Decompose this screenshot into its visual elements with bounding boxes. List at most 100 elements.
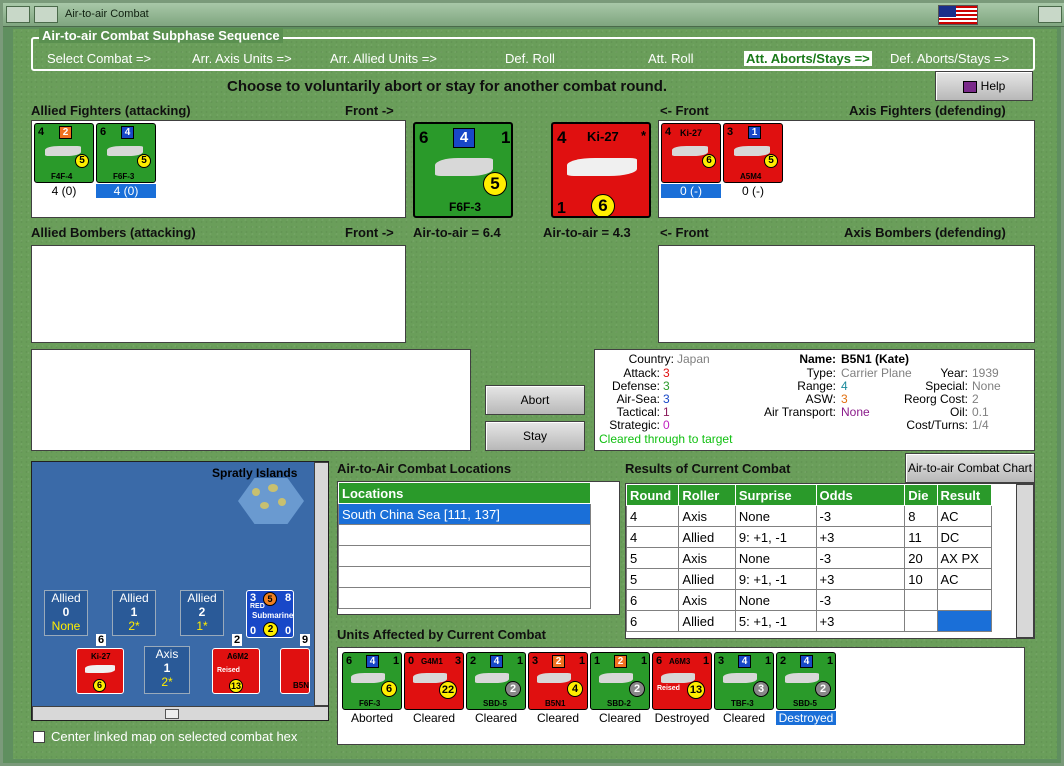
map-unit-ki27[interactable]: Ki-27 6 bbox=[76, 648, 124, 694]
plane-icon bbox=[475, 673, 509, 683]
affected-unit-counter[interactable]: 0 G4M1 3 22 bbox=[404, 652, 464, 710]
map-unit-a6m2[interactable]: A6M2 Reised 13 bbox=[212, 648, 260, 694]
results-cell: None bbox=[734, 547, 817, 569]
unit-name: F6F-3 bbox=[449, 200, 482, 214]
affected-unit-counter[interactable]: 6 4 1 6 F6F-3 bbox=[342, 652, 402, 710]
axis-bombers-front: <- Front bbox=[660, 225, 709, 240]
allied-air-to-air: Air-to-air = 6.4 bbox=[413, 225, 501, 240]
defense-box: 4 bbox=[738, 655, 751, 668]
stay-button[interactable]: Stay bbox=[485, 421, 585, 451]
location-row[interactable] bbox=[338, 524, 591, 546]
results-cell: -3 bbox=[815, 547, 906, 569]
location-row[interactable] bbox=[338, 566, 591, 588]
location-row[interactable]: South China Sea [111, 137] bbox=[338, 503, 591, 525]
map-unit-b5n[interactable]: B5N bbox=[280, 648, 310, 694]
results-cell bbox=[936, 589, 992, 611]
unit-caption: 0 (-) bbox=[742, 184, 764, 198]
unit-counter[interactable]: 3 1 5 A5M4 bbox=[723, 123, 783, 183]
range-circle: 5 bbox=[483, 172, 507, 196]
center-map-checkbox[interactable] bbox=[33, 731, 45, 743]
unit-status: Cleared bbox=[474, 711, 518, 725]
range-circle: 6 bbox=[381, 681, 397, 697]
close-button[interactable] bbox=[1038, 6, 1062, 23]
map-hscrollbar[interactable] bbox=[32, 706, 328, 720]
results-cell bbox=[904, 589, 938, 611]
unit-counter[interactable]: 6 4 5 F6F-3 bbox=[96, 123, 156, 183]
affected-unit-counter[interactable]: 3 4 1 3 TBF-3 bbox=[714, 652, 774, 710]
allied-bombers-front: Front -> bbox=[345, 225, 394, 240]
plane-icon bbox=[351, 673, 385, 683]
affected-unit-counter[interactable]: 2 4 1 2 SBD-5 bbox=[466, 652, 526, 710]
unit-counter[interactable]: 4 Ki-27 6 bbox=[661, 123, 721, 183]
results-row[interactable]: 5 Axis None -3 20 AX PX bbox=[625, 547, 992, 569]
axis-front-label: <- Front bbox=[660, 103, 709, 118]
results-cell: AC bbox=[936, 505, 992, 527]
island-hex[interactable] bbox=[238, 478, 304, 524]
range-circle: 22 bbox=[439, 681, 457, 699]
map-box-axis-1[interactable]: Axis 1 2* bbox=[144, 646, 190, 694]
fighter-plane-icon bbox=[567, 158, 637, 176]
submarine-counter[interactable]: 3 5 8 RED Submarine 0 2 0 bbox=[246, 590, 294, 638]
unit-name: TBF-3 bbox=[731, 699, 754, 708]
results-row[interactable]: 4 Axis None -3 8 AC bbox=[625, 505, 992, 527]
plane-icon bbox=[785, 673, 819, 683]
results-row[interactable]: 5 Allied 9: +1, -1 +3 10 AC bbox=[625, 568, 992, 590]
strategic-value: 0 bbox=[663, 418, 670, 432]
allied-front-label: Front -> bbox=[345, 103, 394, 118]
unit-counter[interactable]: 4 2 5 F4F-4 bbox=[34, 123, 94, 183]
map-box-allied-2[interactable]: Allied 2 1* bbox=[180, 590, 224, 636]
results-vscrollbar[interactable] bbox=[1016, 484, 1034, 638]
book-icon bbox=[962, 80, 977, 93]
linked-map[interactable]: Spratly Islands Allied 0 None Allied 1 2… bbox=[31, 461, 329, 721]
allied-fighters-panel[interactable]: 4 2 5 F4F-4 4 (0) 6 4 5 F6F-3 4 (0) bbox=[31, 120, 406, 218]
affected-unit-counter[interactable]: 6 A6M3 1 Reised 13 bbox=[652, 652, 712, 710]
allied-bombers-panel[interactable] bbox=[31, 245, 406, 343]
results-table-panel[interactable]: Round Roller Surprise Odds Die Result 4 Axis Non… bbox=[625, 483, 1035, 639]
map-box-allied-1[interactable]: Allied 1 2* bbox=[112, 590, 156, 636]
right-value: 3 bbox=[455, 655, 462, 667]
results-cell: -3 bbox=[815, 589, 906, 611]
right-value: 1 bbox=[703, 655, 710, 667]
results-cell: 20 bbox=[904, 547, 938, 569]
locations-header: Locations bbox=[338, 482, 591, 504]
affected-unit-counter[interactable]: 1 2 1 2 SBD-2 bbox=[590, 652, 650, 710]
results-row[interactable]: 4 Allied 9: +1, -1 +3 11 DC bbox=[625, 526, 992, 548]
axis-fighters-panel[interactable]: 4 Ki-27 6 0 (-) 3 1 5 A5M4 0 (-) bbox=[658, 120, 1035, 218]
axis-bombers-panel[interactable] bbox=[658, 245, 1035, 343]
plane-icon bbox=[672, 146, 708, 156]
abort-button[interactable]: Abort bbox=[485, 385, 585, 415]
unit-name: F4F-4 bbox=[51, 172, 73, 181]
range-circle: 2 bbox=[505, 681, 521, 697]
location-row[interactable] bbox=[338, 587, 591, 609]
system-menu-button[interactable] bbox=[6, 6, 30, 23]
phase-legend: Air-to-air Combat Subphase Sequence bbox=[39, 28, 283, 43]
defense-box: 4 bbox=[453, 128, 475, 148]
results-cell: None bbox=[734, 589, 817, 611]
window-title: Air-to-air Combat bbox=[65, 8, 149, 20]
axis-air-to-air: Air-to-air = 4.3 bbox=[543, 225, 631, 240]
range-circle: 2 bbox=[629, 681, 645, 697]
unit-caption: 4 (0) bbox=[96, 184, 156, 198]
combat-chart-button[interactable]: Air-to-air Combat Chart bbox=[905, 453, 1035, 483]
map-vscrollbar[interactable] bbox=[314, 462, 328, 706]
results-cell: +3 bbox=[815, 610, 906, 632]
results-header: Roller bbox=[678, 484, 736, 506]
plane-icon bbox=[537, 673, 571, 683]
map-box-allied-0[interactable]: Allied 0 None bbox=[44, 590, 88, 636]
affected-unit-counter[interactable]: 3 2 1 4 B5N1 bbox=[528, 652, 588, 710]
location-row[interactable] bbox=[338, 545, 591, 567]
map-hscroll-thumb[interactable] bbox=[165, 709, 179, 719]
results-row[interactable]: 6 Axis None -3 bbox=[625, 589, 992, 611]
phase-step: Def. Roll bbox=[505, 51, 555, 66]
results-cell: 9: +1, -1 bbox=[734, 568, 817, 590]
results-row[interactable]: 6 Allied 5: +1, -1 +3 bbox=[625, 610, 992, 632]
affected-units-panel[interactable]: 6 4 1 6 F6F-3 Aborted 0 G4M1 3 22 Cleared 2 4 1 2 SBD-5… bbox=[337, 647, 1025, 745]
results-cell: -3 bbox=[815, 505, 906, 527]
unit-variant: Reised bbox=[657, 685, 680, 692]
right-value: 1 bbox=[579, 655, 586, 667]
minimize-button[interactable] bbox=[34, 6, 58, 23]
results-cell: Axis bbox=[678, 547, 736, 569]
locations-list[interactable]: Locations South China Sea [111, 137] bbox=[337, 481, 620, 615]
affected-unit-counter[interactable]: 2 4 1 2 SBD-5 bbox=[776, 652, 836, 710]
help-button[interactable]: Help bbox=[935, 71, 1033, 101]
